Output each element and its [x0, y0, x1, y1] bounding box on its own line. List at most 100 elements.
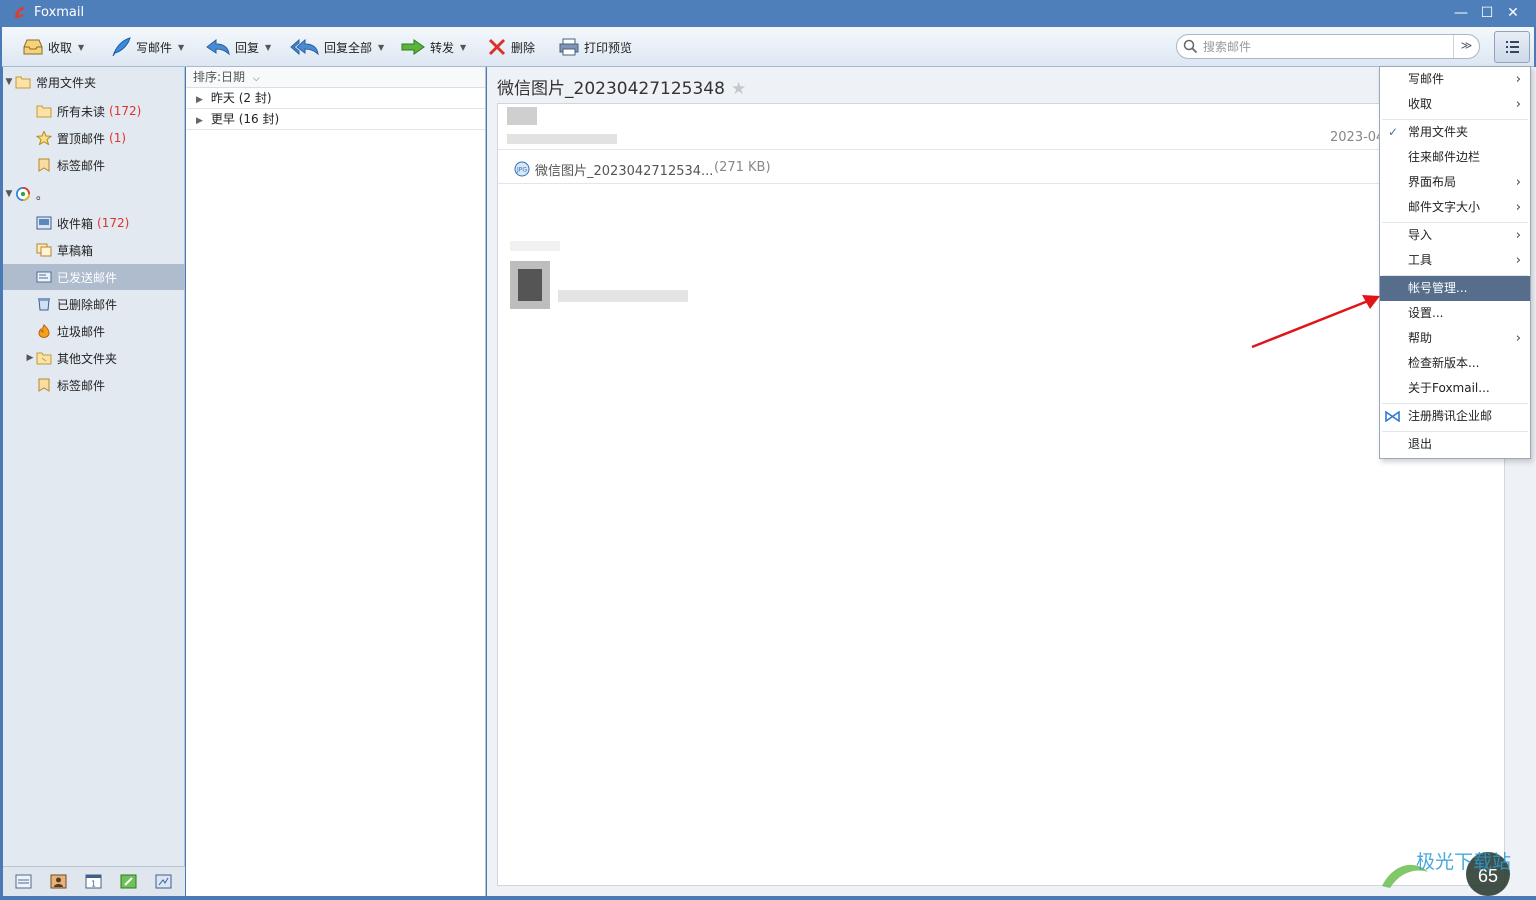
menu-item-layout[interactable]: 界面布局 ›	[1380, 170, 1530, 195]
feather-pen-icon	[112, 37, 131, 57]
sent-mail-icon	[36, 271, 52, 283]
attachment-row[interactable]: JPG 微信图片_2023042712534... (271 KB)	[498, 149, 1506, 184]
folder-label: 收件箱	[57, 216, 94, 231]
tag-folder-icon	[38, 158, 50, 172]
menu-item-common-folders[interactable]: ✓ 常用文件夹	[1380, 120, 1530, 145]
search-input[interactable]	[1203, 38, 1453, 55]
account-node[interactable]: ▼ 。	[3, 181, 185, 207]
menu-item-register-tencent[interactable]: 注册腾讯企业邮	[1380, 404, 1530, 429]
maximize-button[interactable]: ☐	[1474, 3, 1500, 23]
menu-item-help[interactable]: 帮助 ›	[1380, 326, 1530, 351]
menu-label: 往来邮件边栏	[1408, 150, 1481, 164]
main-menu-button[interactable]	[1494, 31, 1530, 63]
menu-item-import[interactable]: 导入 ›	[1380, 223, 1530, 248]
tag-folder-icon	[38, 378, 50, 392]
folder-other[interactable]: ▶ 其他文件夹	[3, 345, 185, 371]
inbox-count: (172)	[97, 216, 130, 230]
close-button[interactable]: ✕	[1500, 3, 1526, 23]
reply-all-button[interactable]: 回复全部 ▼	[290, 35, 384, 59]
menu-item-check-update[interactable]: 检查新版本...	[1380, 351, 1530, 376]
subject-text: 微信图片_20230427125348	[497, 79, 725, 99]
inbox-tray-icon	[23, 39, 43, 55]
folder-tagged-2[interactable]: 标签邮件	[3, 372, 185, 398]
search-options-chevron-icon[interactable]: ≫	[1453, 35, 1479, 58]
watermark: 65 极光下载站	[1376, 842, 1536, 900]
reply-arrow-icon	[206, 38, 230, 56]
expand-arrow-icon: ▶	[196, 95, 203, 105]
blurred-body-text	[558, 290, 688, 302]
chevron-down-icon[interactable]: ▼	[378, 43, 384, 52]
mail-group-earlier[interactable]: ▶ 更早 (16 封)	[186, 109, 485, 130]
trash-bin-icon	[38, 298, 50, 311]
forward-button[interactable]: 转发 ▼	[400, 35, 466, 59]
folder-tagged[interactable]: 标签邮件	[3, 152, 185, 178]
search-box: ≫	[1176, 34, 1480, 59]
mail-group-yesterday[interactable]: ▶ 昨天 (2 封)	[186, 88, 485, 109]
folder-junk[interactable]: 垃圾邮件	[3, 318, 185, 344]
folder-sent[interactable]: 已发送邮件	[3, 264, 185, 290]
menu-item-settings[interactable]: 设置...	[1380, 301, 1530, 326]
watermark-logo: 65 极光下载站	[1382, 851, 1511, 896]
menu-item-contacts-sidebar[interactable]: 往来邮件边栏	[1380, 145, 1530, 170]
folder-pinned[interactable]: 置顶邮件 (1)	[3, 125, 185, 151]
delete-button[interactable]: 删除	[487, 35, 535, 59]
attachment-name[interactable]: 微信图片_2023042712534...	[535, 160, 713, 179]
folder-all-unread[interactable]: 所有未读 (172)	[3, 98, 185, 124]
group-label: 更早 (16 封)	[210, 112, 280, 126]
chevron-down-icon[interactable]: ▼	[460, 43, 466, 52]
menu-item-receive[interactable]: 收取 ›	[1380, 92, 1530, 117]
compose-button[interactable]: 写邮件 ▼	[110, 35, 184, 59]
calendar-icon[interactable]: 1	[85, 874, 102, 889]
folder-drafts[interactable]: 草稿箱	[3, 237, 185, 263]
menu-item-font-size[interactable]: 邮件文字大小 ›	[1380, 195, 1530, 220]
sort-dropdown[interactable]: 排序:日期 ⌵	[186, 67, 485, 88]
mail-content-card: 2023-04 JPG 微信图片_2023042712534... (271 K…	[497, 103, 1506, 886]
contacts-icon[interactable]	[50, 874, 67, 889]
pinned-count: (1)	[109, 131, 127, 145]
chevron-down-icon[interactable]: ▼	[178, 43, 184, 52]
menu-item-compose[interactable]: 写邮件 ›	[1380, 67, 1530, 92]
group-label: 昨天 (2 封)	[210, 91, 272, 105]
folder-inbox[interactable]: 收件箱 (172)	[3, 210, 185, 236]
chevron-down-icon[interactable]: ▼	[265, 43, 271, 52]
menu-label: 关于Foxmail...	[1408, 381, 1490, 395]
folder-group-common[interactable]: ▼ 常用文件夹	[3, 69, 185, 95]
folder-deleted[interactable]: 已删除邮件	[3, 291, 185, 317]
menu-label: 常用文件夹	[1408, 125, 1469, 139]
chevron-down-icon[interactable]: ▼	[78, 43, 84, 52]
print-preview-button[interactable]: 打印预览	[558, 35, 632, 59]
minimize-button[interactable]: —	[1448, 3, 1474, 23]
mail-subject: 微信图片_20230427125348 ★	[497, 74, 746, 99]
folder-label: 草稿箱	[57, 243, 94, 258]
folder-label: 垃圾邮件	[57, 324, 106, 339]
window-title: Foxmail	[34, 5, 85, 20]
sort-label: 排序:日期	[193, 70, 246, 84]
star-icon[interactable]: ★	[731, 79, 746, 99]
receive-button[interactable]: 收取 ▼	[22, 35, 84, 59]
menu-item-account-management[interactable]: 帐号管理...	[1380, 276, 1530, 301]
mail-view-icon[interactable]	[15, 874, 32, 889]
menu-item-tools[interactable]: 工具 ›	[1380, 248, 1530, 273]
drafts-icon	[36, 243, 52, 257]
blurred-sender	[507, 107, 537, 125]
expand-arrow-icon[interactable]: ▶	[24, 353, 36, 363]
notes-icon[interactable]	[120, 874, 137, 889]
folder-icon	[36, 105, 52, 118]
folder-label: 常用文件夹	[36, 75, 97, 90]
menu-label: 写邮件	[1408, 72, 1445, 86]
menu-label: 帮助	[1408, 331, 1433, 345]
expand-arrow-icon[interactable]: ▼	[3, 77, 15, 87]
menu-item-exit[interactable]: 退出	[1380, 432, 1530, 457]
expand-arrow-icon[interactable]: ▼	[3, 189, 15, 199]
submenu-arrow-icon: ›	[1515, 175, 1521, 190]
menu-label: 邮件文字大小	[1408, 200, 1481, 214]
reply-all-arrow-icon	[290, 38, 319, 56]
sidebar-bottom-bar: 1	[3, 866, 185, 896]
menu-list-icon	[1506, 41, 1519, 53]
feeds-icon[interactable]	[155, 874, 172, 889]
reply-button[interactable]: 回复 ▼	[205, 35, 271, 59]
printer-icon	[559, 38, 579, 56]
receive-label: 收取	[48, 40, 73, 55]
menu-item-about[interactable]: 关于Foxmail...	[1380, 376, 1530, 401]
reply-label: 回复	[235, 40, 260, 55]
